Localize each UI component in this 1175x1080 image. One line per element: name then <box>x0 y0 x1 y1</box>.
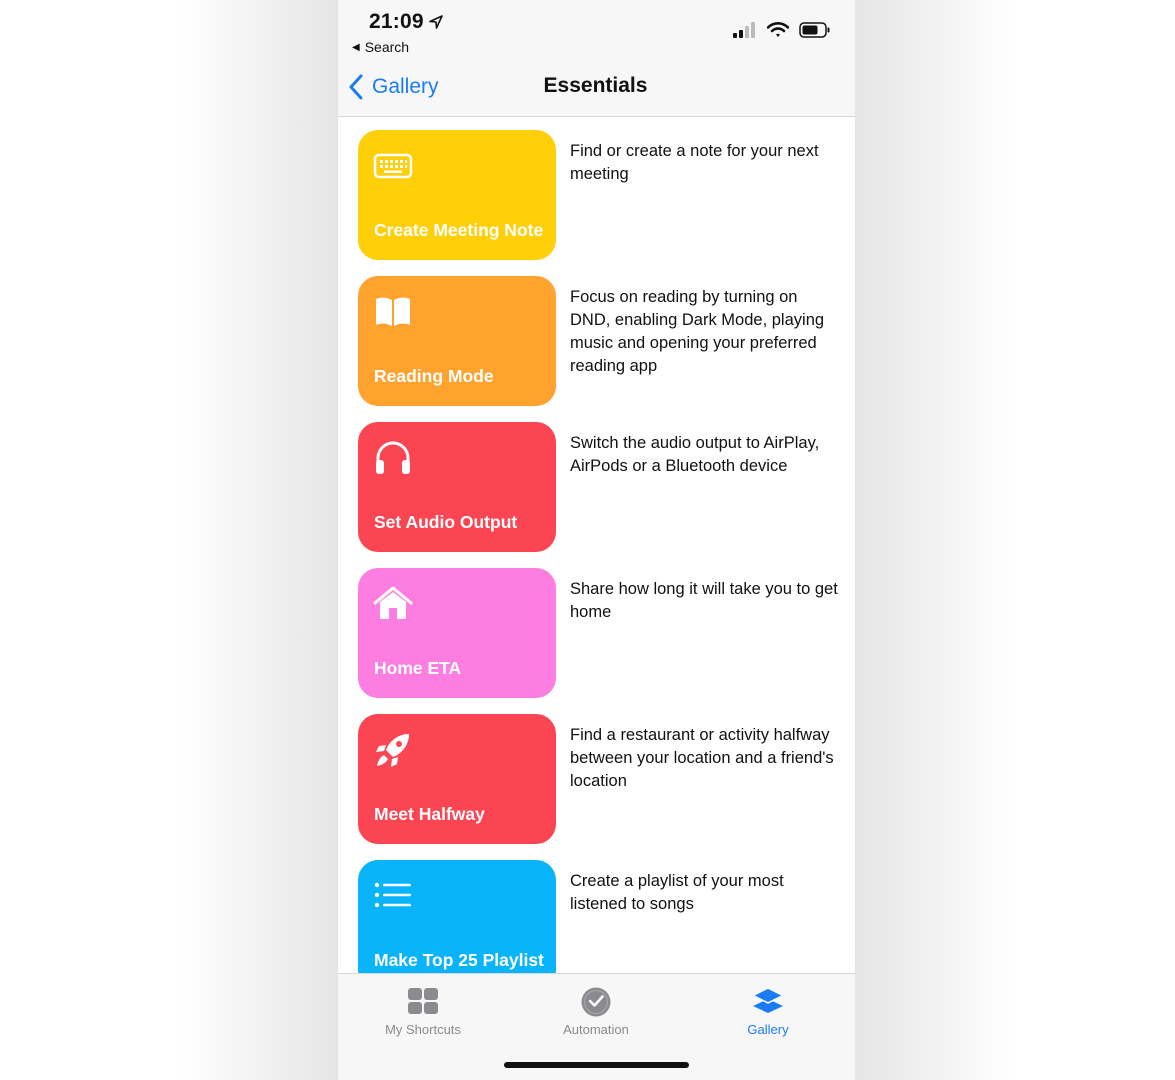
list-item: Reading Mode Focus on reading by turning… <box>338 276 855 422</box>
tab-label: Gallery <box>747 1022 789 1037</box>
shortcut-card-meet-halfway[interactable]: Meet Halfway <box>358 714 556 844</box>
headphones-icon <box>376 441 410 474</box>
shortcut-description: Switch the audio output to AirPlay, AirP… <box>570 434 820 475</box>
tab-label: My Shortcuts <box>385 1022 461 1037</box>
clock-check-icon <box>581 987 611 1017</box>
list-item: Home ETA Share how long it will take you… <box>338 568 855 714</box>
status-icons <box>733 22 831 38</box>
shortcut-card-home-eta[interactable]: Home ETA <box>358 568 556 698</box>
list-item: Set Audio Output Switch the audio output… <box>338 422 855 568</box>
list-item: Create Meeting Note Find or create a not… <box>338 130 855 276</box>
shortcut-title: Home ETA <box>374 658 462 678</box>
shortcut-description: Find or create a note for your next meet… <box>570 142 819 183</box>
layers-icon <box>752 987 784 1013</box>
tab-automation[interactable]: Automation <box>511 986 681 1037</box>
right-shadow <box>855 0 1015 1080</box>
battery-icon <box>799 22 830 38</box>
shortcut-title: Meet Halfway <box>374 804 485 824</box>
rocket-icon <box>376 734 409 767</box>
list-item: Make Top 25 Playlist Create a playlist o… <box>338 860 855 973</box>
left-shadow <box>178 0 338 1080</box>
shortcut-description: Create a playlist of your most listened … <box>570 872 784 913</box>
cellular-signal-icon <box>733 22 755 38</box>
tab-my-shortcuts[interactable]: My Shortcuts <box>338 986 508 1037</box>
shortcut-card-set-audio-output[interactable]: Set Audio Output <box>358 422 556 552</box>
shortcut-title: Create Meeting Note <box>374 220 544 240</box>
wifi-icon <box>767 22 789 37</box>
shortcut-list[interactable]: Create Meeting Note Find or create a not… <box>338 117 855 973</box>
grid-icon <box>408 988 438 1014</box>
home-indicator[interactable] <box>504 1062 689 1068</box>
phone-screen: 21:09 ◀ Search Gallery Essentials Create… <box>338 0 855 1080</box>
back-to-app-label: Search <box>364 39 410 55</box>
status-time: 21:09 <box>369 10 424 33</box>
keyboard-icon <box>373 153 413 179</box>
tab-gallery[interactable]: Gallery <box>683 986 853 1037</box>
back-to-app-link[interactable]: ◀ Search <box>352 39 409 55</box>
shortcut-title: Set Audio Output <box>374 512 518 532</box>
shortcut-title: Make Top 25 Playlist <box>374 950 544 970</box>
shortcut-card-make-top-25-playlist[interactable]: Make Top 25 Playlist <box>358 860 556 973</box>
header: 21:09 ◀ Search Gallery Essentials <box>338 0 855 117</box>
list-item: Meet Halfway Find a restaurant or activi… <box>338 714 855 860</box>
tab-label: Automation <box>563 1022 629 1037</box>
list-icon <box>374 882 411 908</box>
shortcut-title: Reading Mode <box>374 366 494 386</box>
shortcut-card-reading-mode[interactable]: Reading Mode <box>358 276 556 406</box>
shortcut-description: Share how long it will take you to get h… <box>570 580 838 621</box>
book-icon <box>376 297 410 326</box>
location-arrow-icon <box>429 15 443 29</box>
shortcut-card-create-meeting-note[interactable]: Create Meeting Note <box>358 130 556 260</box>
back-triangle-icon: ◀ <box>352 41 360 53</box>
shortcut-description: Focus on reading by turning on DND, enab… <box>570 288 825 375</box>
shortcut-description: Find a restaurant or activity halfway be… <box>570 726 834 790</box>
page-title: Essentials <box>543 74 648 97</box>
house-icon <box>373 586 413 619</box>
